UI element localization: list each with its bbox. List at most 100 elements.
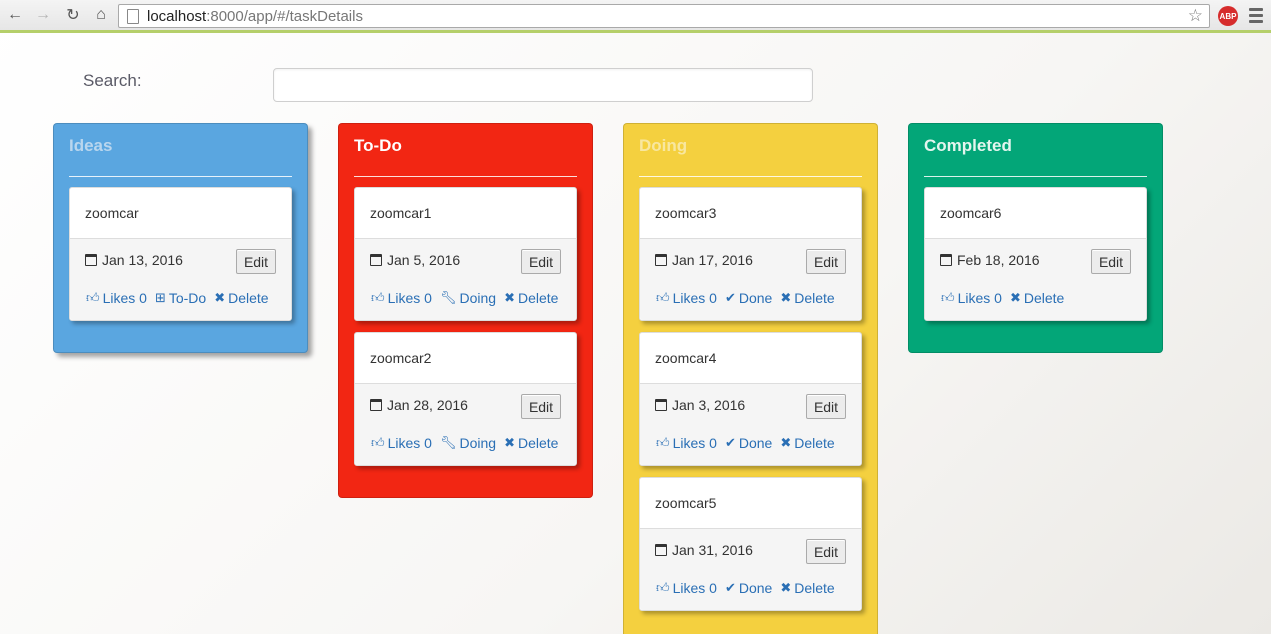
card-actions: 👍︎ Likes 0 ✔︎ Done ✖ Delete [656, 435, 835, 451]
column-title: Doing [639, 124, 862, 177]
card-actions: 👍︎ Likes 0 ✔︎ Done ✖ Delete [656, 580, 835, 596]
thumbs-up-icon: 👍︎ [656, 290, 670, 305]
address-bar[interactable]: localhost:8000/app/#/taskDetails ☆ [118, 4, 1210, 28]
delete-button[interactable]: ✖ Delete [504, 435, 558, 451]
column-title: To-Do [354, 124, 577, 177]
thumbs-up-icon: 👍︎ [656, 435, 670, 450]
task-card: zoomcar2 Jan 28, 2016 Edit 👍︎ Likes 0 🔧︎ Doing… [354, 332, 577, 466]
like-button[interactable]: 👍︎ Likes 0 [656, 435, 717, 451]
likes-label: Likes 0 [672, 435, 717, 451]
edit-button[interactable]: Edit [521, 394, 561, 419]
card-footer: Jan 13, 2016 Edit 👍︎ Likes 0 ⊞︎ To-Do ✖ Delete [70, 239, 291, 320]
date-label: Jan 3, 2016 [672, 397, 746, 413]
likes-label: Likes 0 [102, 290, 147, 306]
date-label: Jan 31, 2016 [672, 542, 753, 558]
like-button[interactable]: 👍︎ Likes 0 [371, 435, 432, 451]
column-padding [354, 477, 577, 497]
task-name: zoomcar [70, 188, 291, 239]
task-name: zoomcar6 [925, 188, 1146, 239]
edit-button[interactable]: Edit [236, 249, 276, 274]
move-label: Doing [459, 290, 497, 306]
likes-label: Likes 0 [672, 290, 717, 306]
card-actions: 👍︎ Likes 0 ✖ Delete [941, 290, 1064, 306]
home-icon[interactable]: ⌂ [90, 4, 112, 26]
move-button[interactable]: 🔧︎ Doing [440, 435, 496, 451]
task-name: zoomcar4 [640, 333, 861, 384]
like-button[interactable]: 👍︎ Likes 0 [656, 290, 717, 306]
card-actions: 👍︎ Likes 0 🔧︎ Doing ✖ Delete [371, 290, 558, 306]
card-actions: 👍︎ Likes 0 ✔︎ Done ✖ Delete [656, 290, 835, 306]
move-button[interactable]: ✔︎ Done [725, 290, 772, 306]
column-to-do: To-Do zoomcar1 Jan 5, 2016 Edit 👍︎ Likes 0 🔧︎ D… [338, 123, 593, 498]
likes-label: Likes 0 [387, 435, 432, 451]
thumbs-up-icon: 👍︎ [371, 435, 385, 450]
like-button[interactable]: 👍︎ Likes 0 [371, 290, 432, 306]
edit-button[interactable]: Edit [806, 539, 846, 564]
task-card: zoomcar4 Jan 3, 2016 Edit 👍︎ Likes 0 ✔︎ Done ✖ D… [639, 332, 862, 466]
task-card: zoomcar Jan 13, 2016 Edit 👍︎ Likes 0 ⊞︎ To-Do ✖… [69, 187, 292, 321]
likes-label: Likes 0 [672, 580, 717, 596]
close-icon: ✖ [780, 580, 792, 595]
column-title: Completed [924, 124, 1147, 177]
back-icon[interactable]: ← [4, 4, 26, 26]
task-name: zoomcar5 [640, 478, 861, 529]
close-icon: ✖ [504, 290, 515, 305]
move-button[interactable]: ✔︎ Done [725, 435, 772, 451]
reload-icon[interactable]: ↻ [62, 4, 84, 26]
close-icon: ✖ [504, 435, 515, 450]
calendar-icon [370, 399, 382, 411]
delete-button[interactable]: ✖ Delete [1010, 290, 1064, 306]
card-footer: Feb 18, 2016 Edit 👍︎ Likes 0 ✖ Delete [925, 239, 1146, 320]
adblock-icon[interactable]: ABP [1218, 6, 1238, 26]
thumbs-up-icon: 👍︎ [941, 290, 955, 305]
url-host: localhost [147, 7, 207, 25]
delete-button[interactable]: ✖ Delete [780, 290, 834, 306]
move-button[interactable]: ⊞︎ To-Do [155, 290, 206, 306]
calendar-icon [370, 254, 382, 266]
task-date: Jan 3, 2016 [655, 397, 745, 413]
task-date: Jan 5, 2016 [370, 252, 460, 268]
likes-label: Likes 0 [387, 290, 432, 306]
move-icon: ✔︎ [724, 580, 736, 595]
date-label: Feb 18, 2016 [957, 252, 1040, 268]
task-date: Jan 17, 2016 [655, 252, 753, 268]
edit-button[interactable]: Edit [521, 249, 561, 274]
move-icon: ✔︎ [724, 435, 736, 450]
delete-label: Delete [794, 580, 835, 596]
like-button[interactable]: 👍︎ Likes 0 [941, 290, 1002, 306]
date-label: Jan 13, 2016 [102, 252, 183, 268]
move-button[interactable]: 🔧︎ Doing [440, 290, 496, 306]
column-ideas: Ideas zoomcar Jan 13, 2016 Edit 👍︎ Likes 0 ⊞︎ T… [53, 123, 308, 353]
edit-button[interactable]: Edit [806, 249, 846, 274]
task-date: Feb 18, 2016 [940, 252, 1040, 268]
page-icon [127, 8, 139, 24]
task-date: Jan 13, 2016 [85, 252, 183, 268]
bookmark-star-icon[interactable]: ☆ [1188, 6, 1203, 26]
url-path: :8000/app/#/taskDetails [206, 7, 363, 25]
edit-button[interactable]: Edit [1091, 249, 1131, 274]
delete-button[interactable]: ✖ Delete [780, 580, 834, 596]
column-padding [924, 332, 1147, 352]
menu-icon[interactable] [1249, 8, 1263, 26]
forward-icon[interactable]: → [32, 4, 54, 26]
like-button[interactable]: 👍︎ Likes 0 [656, 580, 717, 596]
delete-button[interactable]: ✖ Delete [504, 290, 558, 306]
delete-label: Delete [1023, 290, 1065, 306]
delete-button[interactable]: ✖ Delete [780, 435, 834, 451]
move-icon: ⊞︎ [154, 290, 166, 305]
thumbs-up-icon: 👍︎ [656, 580, 670, 595]
task-date: Jan 31, 2016 [655, 542, 753, 558]
like-button[interactable]: 👍︎ Likes 0 [86, 290, 147, 306]
card-footer: Jan 28, 2016 Edit 👍︎ Likes 0 🔧︎ Doing ✖ Delete [355, 384, 576, 465]
move-button[interactable]: ✔︎ Done [725, 580, 772, 596]
move-label: To-Do [168, 290, 207, 306]
column-padding [639, 622, 862, 634]
search-input[interactable] [273, 68, 813, 102]
date-label: Jan 28, 2016 [387, 397, 468, 413]
calendar-icon [655, 399, 667, 411]
move-icon: ✔︎ [724, 290, 736, 305]
task-name: zoomcar1 [355, 188, 576, 239]
edit-button[interactable]: Edit [806, 394, 846, 419]
delete-button[interactable]: ✖ Delete [214, 290, 268, 306]
date-label: Jan 5, 2016 [387, 252, 461, 268]
